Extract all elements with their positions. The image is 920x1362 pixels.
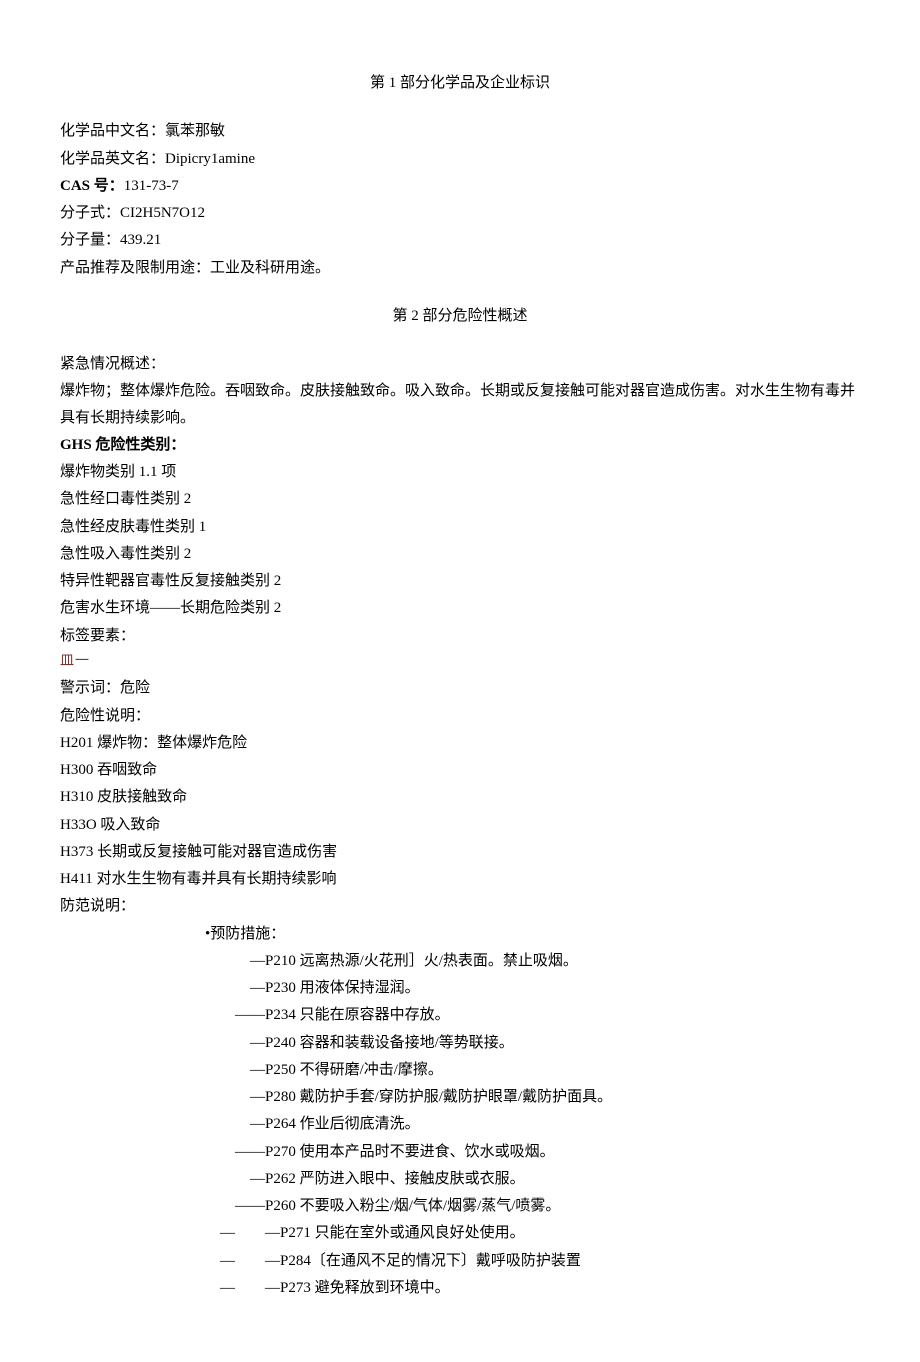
label-elements: 标签要素： xyxy=(60,623,860,649)
label-name-cn: 化学品中文名： xyxy=(60,123,165,139)
p-text-0: P210 远离热源/火花刑］火/热表面。禁止吸烟。 xyxy=(265,953,578,969)
hazard-3: H33O 吸入致命 xyxy=(60,812,860,838)
p-text-9: P260 不要吸入粉尘/烟/气体/烟雾/蒸气/喷雾。 xyxy=(265,1198,560,1214)
hazard-0: H201 爆炸物：整体爆炸危险 xyxy=(60,730,860,756)
section2-title: 第 2 部分危险性概述 xyxy=(60,303,860,329)
field-cas: CAS 号：131-73-7 xyxy=(60,173,860,199)
ghs-cat-3: 急性吸入毒性类别 2 xyxy=(60,541,860,567)
value-mw: 439.21 xyxy=(120,232,161,248)
prevention-12: — —P273 避免释放到环境中。 xyxy=(60,1275,860,1301)
prevention-6: —P264 作业后彻底清洗。 xyxy=(60,1111,860,1137)
value-name-cn: 氯苯那敏 xyxy=(165,123,225,139)
emergency-label: 紧急情况概述： xyxy=(60,351,860,377)
field-mw: 分子量：439.21 xyxy=(60,227,860,253)
hazard-2: H310 皮肤接触致命 xyxy=(60,784,860,810)
p-prefix-9: —— xyxy=(235,1198,265,1214)
label-formula: 分子式： xyxy=(60,205,120,221)
p-prefix-8: — xyxy=(250,1171,265,1187)
p-prefix-7: —— xyxy=(235,1144,265,1160)
prevention-3: —P240 容器和装载设备接地/等势联接。 xyxy=(60,1030,860,1056)
ghs-label: GHS 危险性类别： xyxy=(60,432,860,458)
prevention-9: ——P260 不要吸入粉尘/烟/气体/烟雾/蒸气/喷雾。 xyxy=(60,1193,860,1219)
ghs-cat-4: 特异性靶器官毒性反复接触类别 2 xyxy=(60,568,860,594)
p-prefix-12: — — xyxy=(220,1280,280,1296)
pictogram-placeholder: 皿一 xyxy=(60,650,860,675)
p-text-5: P280 戴防护手套/穿防护服/戴防护眼罩/戴防护面具。 xyxy=(265,1089,612,1105)
ghs-cat-2: 急性经皮肤毒性类别 1 xyxy=(60,514,860,540)
p-prefix-10: — — xyxy=(220,1225,280,1241)
hazard-label: 危险性说明： xyxy=(60,703,860,729)
p-prefix-6: — xyxy=(250,1116,265,1132)
prevention-7: ——P270 使用本产品时不要进食、饮水或吸烟。 xyxy=(60,1139,860,1165)
ghs-cat-0: 爆炸物类别 1.1 项 xyxy=(60,459,860,485)
prevention-0: —P210 远离热源/火花刑］火/热表面。禁止吸烟。 xyxy=(60,948,860,974)
section1-title: 第 1 部分化学品及企业标识 xyxy=(60,70,860,96)
p-text-11: P284〔在通风不足的情况下〕戴呼吸防护装置 xyxy=(280,1253,581,1269)
prevention-1: —P230 用液体保持湿润。 xyxy=(60,975,860,1001)
hazard-1: H300 吞咽致命 xyxy=(60,757,860,783)
p-text-10: P271 只能在室外或通风良好处使用。 xyxy=(280,1225,525,1241)
value-use: 工业及科研用途。 xyxy=(210,260,330,276)
p-text-7: P270 使用本产品时不要进食、饮水或吸烟。 xyxy=(265,1144,555,1160)
field-name-en: 化学品英文名：Dipicry1amine xyxy=(60,146,860,172)
prevention-4: —P250 不得研磨/冲击/摩擦。 xyxy=(60,1057,860,1083)
ghs-cat-5: 危害水生环境——长期危险类别 2 xyxy=(60,595,860,621)
p-prefix-3: — xyxy=(250,1035,265,1051)
p-prefix-2: —— xyxy=(235,1007,265,1023)
hazard-4: H373 长期或反复接触可能对器官造成伤害 xyxy=(60,839,860,865)
prevention-10: — —P271 只能在室外或通风良好处使用。 xyxy=(60,1220,860,1246)
signal-word-label: 警示词： xyxy=(60,680,120,696)
p-text-6: P264 作业后彻底清洗。 xyxy=(265,1116,420,1132)
signal-word: 警示词：危险 xyxy=(60,675,860,701)
p-text-3: P240 容器和装载设备接地/等势联接。 xyxy=(265,1035,514,1051)
p-text-2: P234 只能在原容器中存放。 xyxy=(265,1007,450,1023)
label-cas: CAS 号： xyxy=(60,178,124,194)
prevention-label: •预防措施： xyxy=(60,921,860,947)
signal-word-value: 危险 xyxy=(120,680,150,696)
field-formula: 分子式：CI2H5N7O12 xyxy=(60,200,860,226)
label-use: 产品推荐及限制用途： xyxy=(60,260,210,276)
p-text-1: P230 用液体保持湿润。 xyxy=(265,980,420,996)
label-name-en: 化学品英文名： xyxy=(60,151,165,167)
ghs-cat-1: 急性经口毒性类别 2 xyxy=(60,486,860,512)
value-name-en: Dipicry1amine xyxy=(165,151,255,167)
emergency-text: 爆炸物；整体爆炸危险。吞咽致命。皮肤接触致命。吸入致命。长期或反复接触可能对器官… xyxy=(60,378,860,431)
prevention-11: — —P284〔在通风不足的情况下〕戴呼吸防护装置 xyxy=(60,1248,860,1274)
value-formula: CI2H5N7O12 xyxy=(120,205,205,221)
field-use: 产品推荐及限制用途：工业及科研用途。 xyxy=(60,255,860,281)
prevention-5: —P280 戴防护手套/穿防护服/戴防护眼罩/戴防护面具。 xyxy=(60,1084,860,1110)
prevention-8: —P262 严防进入眼中、接触皮肤或衣服。 xyxy=(60,1166,860,1192)
p-prefix-0: — xyxy=(250,953,265,969)
label-mw: 分子量： xyxy=(60,232,120,248)
p-prefix-4: — xyxy=(250,1062,265,1078)
p-text-12: P273 避免释放到环境中。 xyxy=(280,1280,450,1296)
value-cas: 131-73-7 xyxy=(124,178,179,194)
p-text-8: P262 严防进入眼中、接触皮肤或衣服。 xyxy=(265,1171,525,1187)
p-prefix-5: — xyxy=(250,1089,265,1105)
p-text-4: P250 不得研磨/冲击/摩擦。 xyxy=(265,1062,443,1078)
precaution-label: 防范说明： xyxy=(60,893,860,919)
hazard-5: H411 对水生生物有毒并具有长期持续影响 xyxy=(60,866,860,892)
prevention-2: ——P234 只能在原容器中存放。 xyxy=(60,1002,860,1028)
p-prefix-11: — — xyxy=(220,1253,280,1269)
p-prefix-1: — xyxy=(250,980,265,996)
field-name-cn: 化学品中文名：氯苯那敏 xyxy=(60,118,860,144)
